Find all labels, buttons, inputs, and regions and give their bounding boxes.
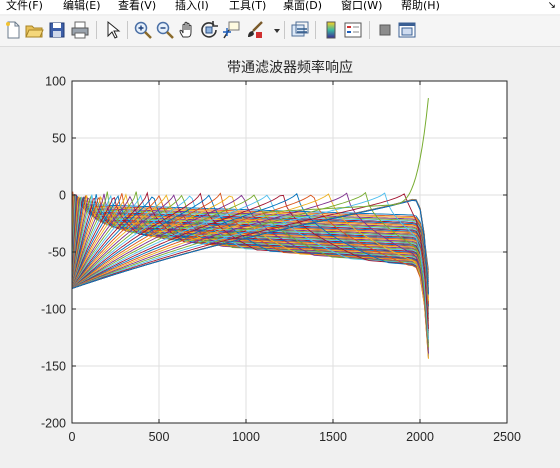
menu-overflow-icon[interactable]: ↘	[548, 0, 556, 12]
x-tick-label: 2500	[493, 430, 521, 444]
x-tick-label: 1000	[232, 430, 260, 444]
select-arrow-icon[interactable]	[102, 20, 122, 40]
open-file-icon[interactable]	[24, 20, 44, 40]
frequency-response-plot: 带通滤波器频率响应 0 500 1000 1500 2000 2500100500-50-…	[41, 59, 521, 444]
zoom-in-icon[interactable]	[133, 20, 153, 40]
y-tick-label: 50	[52, 132, 66, 146]
menu-edit[interactable]: 编辑(E)	[63, 0, 101, 12]
print-icon[interactable]	[70, 20, 90, 40]
hide-plot-tools-icon[interactable]	[375, 20, 395, 40]
menu-insert[interactable]: 插入(I)	[175, 0, 209, 12]
data-cursor-icon[interactable]	[221, 20, 241, 40]
new-figure-icon[interactable]	[3, 20, 23, 40]
show-plot-tools-icon[interactable]	[397, 20, 417, 40]
rotate-3d-icon[interactable]	[199, 20, 219, 40]
save-icon[interactable]	[47, 20, 67, 40]
y-tick-label: 0	[59, 189, 66, 203]
y-tick-label: -100	[41, 303, 66, 317]
chart-title: 带通滤波器频率响应	[227, 59, 353, 76]
link-plot-icon[interactable]	[290, 20, 310, 40]
menu-window[interactable]: 窗口(W)	[341, 0, 382, 12]
y-tick-label: -150	[41, 360, 66, 374]
y-tick-label: -200	[41, 417, 66, 431]
toolbar-separator	[284, 21, 285, 39]
toolbar-separator	[127, 21, 128, 39]
y-tick-label: -50	[48, 246, 66, 260]
colorbar-icon[interactable]	[321, 20, 341, 40]
menu-bar: 文件(F) 编辑(E) 查看(V) 插入(I) 工具(T) 桌面(D) 窗口(W…	[0, 0, 560, 14]
menu-file[interactable]: 文件(F)	[6, 0, 43, 12]
figure-toolbar	[0, 16, 560, 47]
legend-icon[interactable]	[343, 20, 363, 40]
y-tick-label: 100	[45, 75, 66, 89]
menu-tools[interactable]: 工具(T)	[229, 0, 266, 12]
x-tick-label: 1500	[319, 430, 347, 444]
figure-canvas: 带通滤波器频率响应 0 500 1000 1500 2000 2500 100 50 0 -50-…	[0, 48, 560, 468]
brush-icon[interactable]	[245, 20, 265, 40]
toolbar-separator	[315, 21, 316, 39]
menu-help[interactable]: 帮助(H)	[401, 0, 440, 12]
menu-desktop[interactable]: 桌面(D)	[283, 0, 322, 12]
pan-hand-icon[interactable]	[177, 20, 197, 40]
brush-dropdown-icon[interactable]	[267, 20, 280, 40]
toolbar-separator	[369, 21, 370, 39]
zoom-out-icon[interactable]	[155, 20, 175, 40]
x-tick-label: 0	[69, 430, 76, 444]
x-tick-label: 500	[149, 430, 170, 444]
menu-view[interactable]: 查看(V)	[118, 0, 156, 12]
x-tick-label: 2000	[406, 430, 434, 444]
toolbar-separator	[96, 21, 97, 39]
